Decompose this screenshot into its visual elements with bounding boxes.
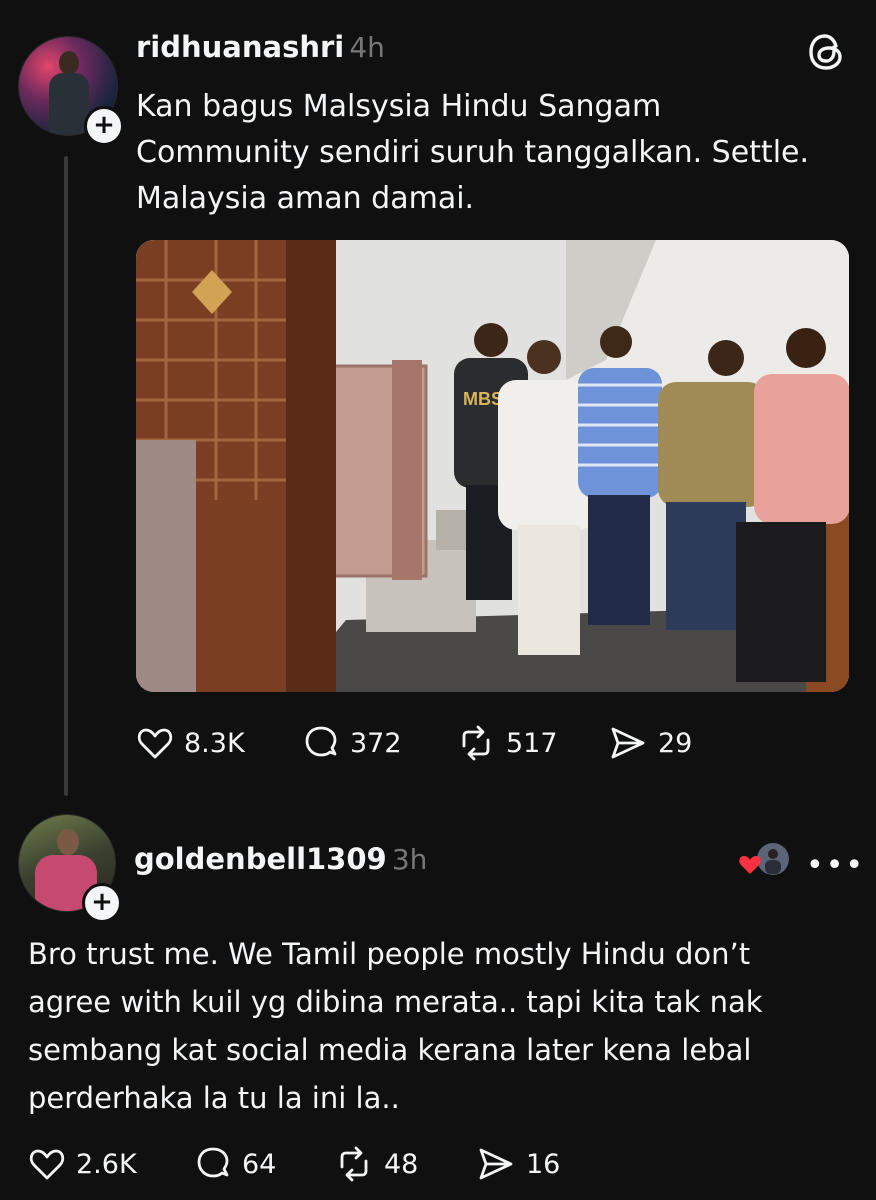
svg-text:MBS: MBS <box>463 389 503 409</box>
like-button[interactable]: 8.3K <box>136 724 245 762</box>
more-options-icon[interactable]: ••• <box>806 848 865 883</box>
thread-connector-line <box>64 156 68 796</box>
avatar-figure <box>49 51 89 135</box>
repost-icon <box>340 1146 368 1182</box>
repost-icon <box>462 725 490 761</box>
reply-count: 372 <box>350 727 402 759</box>
follow-plus-icon[interactable]: + <box>82 883 122 923</box>
reply-reply-count: 64 <box>242 1148 277 1180</box>
reply-like-count: 2.6K <box>76 1148 137 1180</box>
send-icon <box>479 1148 513 1180</box>
reply-button[interactable]: 372 <box>302 724 402 762</box>
send-icon <box>611 727 645 759</box>
share-count: 29 <box>658 727 693 759</box>
follow-plus-icon[interactable]: + <box>84 106 124 146</box>
reply-timestamp: 3h <box>391 843 428 876</box>
reply-repost-count: 48 <box>384 1148 419 1180</box>
group-photo: MBS <box>136 240 849 692</box>
like-count: 8.3K <box>184 727 245 759</box>
share-button[interactable]: 29 <box>608 724 692 762</box>
post-header: ridhuanashri 4h <box>136 30 385 64</box>
post-text: Kan bagus Malsysia Hindu Sangam Communit… <box>136 89 810 216</box>
reply-like-button[interactable]: 2.6K <box>28 1145 137 1183</box>
speech-bubble-icon <box>305 726 337 757</box>
reply-repost-button[interactable]: 48 <box>334 1145 418 1183</box>
reply-text: Bro trust me. We Tamil people mostly Hin… <box>28 937 763 1115</box>
reply-share-button[interactable]: 16 <box>476 1145 560 1183</box>
reply-header: goldenbell1309 3h <box>134 842 427 876</box>
repost-button[interactable]: 517 <box>456 724 558 762</box>
post-image[interactable]: MBS <box>136 240 849 692</box>
author-liked-icon <box>739 843 789 875</box>
threads-logo-icon[interactable] <box>804 30 848 74</box>
post-timestamp: 4h <box>349 31 385 64</box>
speech-bubble-icon <box>197 1147 229 1178</box>
liked-by-author-indicator <box>736 840 792 880</box>
reply-share-count: 16 <box>526 1148 561 1180</box>
repost-count: 517 <box>506 727 558 759</box>
heart-icon <box>29 1149 65 1180</box>
reply-reply-button[interactable]: 64 <box>194 1145 276 1183</box>
post-username[interactable]: ridhuanashri <box>136 30 344 64</box>
heart-icon <box>137 728 173 759</box>
reply-username[interactable]: goldenbell1309 <box>134 842 387 876</box>
